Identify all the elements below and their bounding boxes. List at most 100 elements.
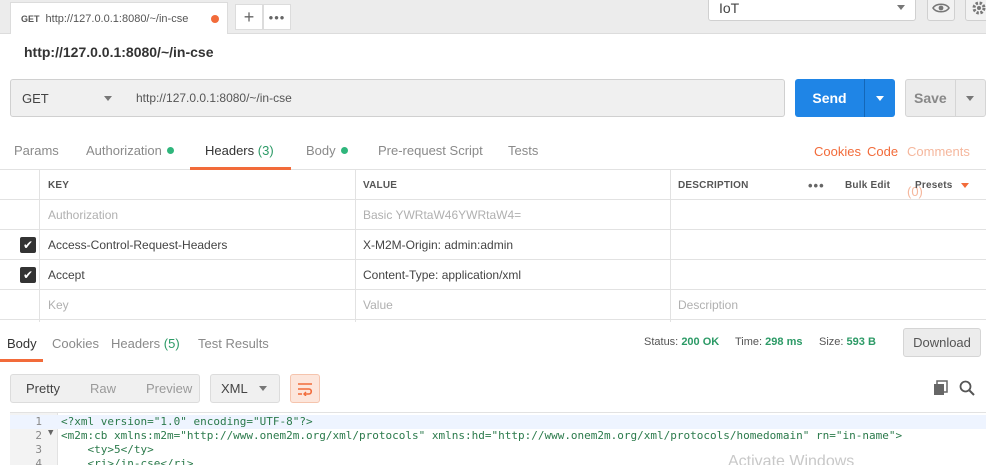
environment-select[interactable]: IoT (708, 0, 916, 21)
search-button[interactable] (957, 378, 977, 398)
copy-icon (934, 380, 948, 395)
activate-windows-watermark: Activate Windows (728, 453, 855, 465)
pretty-button[interactable]: Pretty (11, 381, 75, 396)
column-divider (670, 170, 671, 322)
header-key-cell[interactable]: Accept (40, 260, 356, 290)
method-value: GET (22, 90, 49, 106)
tab-response-headers[interactable]: Headers (5) (111, 326, 180, 362)
response-status: Status: 200 OK (644, 336, 720, 348)
more-icon[interactable]: ••• (800, 170, 840, 200)
new-key-input[interactable]: Key (40, 290, 356, 320)
tab-options-button[interactable]: ••• (263, 4, 291, 30)
chevron-down-icon (104, 95, 112, 101)
header-description-cell[interactable] (670, 230, 986, 260)
tab-headers[interactable]: Headers (3) (190, 132, 291, 170)
send-options-button[interactable] (864, 79, 895, 117)
request-tab[interactable]: GET http://127.0.0.1:8080/~/in-cse (10, 2, 228, 34)
wrap-lines-icon (298, 382, 313, 396)
status-value: 200 OK (681, 336, 720, 348)
gear-icon (972, 1, 986, 14)
tab-response-cookies[interactable]: Cookies (52, 326, 99, 362)
header-key-cell[interactable]: Authorization (40, 200, 356, 230)
header-key-cell[interactable]: Access-Control-Request-Headers (40, 230, 356, 260)
column-value: VALUE (363, 179, 398, 191)
preview-button[interactable]: Preview (131, 381, 207, 396)
view-mode-toggle: Pretty Raw Preview (10, 374, 200, 403)
row-checkbox[interactable]: ✔ (20, 237, 36, 253)
save-label: Save (914, 90, 947, 106)
code-line: 2 ▼ <m2m:cb xmlns:m2m="http://www.onem2m… (35, 428, 903, 442)
environment-quick-look-button[interactable] (927, 0, 955, 21)
new-tab-button[interactable]: + (235, 4, 263, 30)
table-row: ✔ Access-Control-Request-Headers X-M2M-O… (0, 230, 986, 260)
header-description-cell[interactable] (670, 260, 986, 290)
tab-response-body[interactable]: Body (0, 326, 43, 362)
tab-params[interactable]: Params (14, 132, 59, 170)
save-options-button[interactable] (954, 80, 985, 116)
column-divider (39, 170, 40, 322)
new-value-input[interactable]: Value (355, 290, 671, 320)
request-tabs: Params Authorization Headers (3) Body Pr… (0, 132, 986, 199)
copy-button[interactable] (931, 378, 951, 398)
download-button[interactable]: Download (903, 328, 981, 357)
tab-test-results[interactable]: Test Results (198, 326, 269, 362)
tab-body[interactable]: Body (306, 132, 348, 170)
column-key: KEY (48, 179, 70, 191)
unsaved-dot-icon (211, 14, 219, 23)
plus-icon: + (243, 6, 255, 27)
table-header-row: KEY VALUE DESCRIPTION ••• Bulk Edit Pres… (0, 170, 986, 200)
tab-tests[interactable]: Tests (508, 132, 538, 170)
active-indicator-icon (340, 147, 348, 154)
send-button[interactable]: Send (795, 79, 895, 117)
new-description-input[interactable]: Description (670, 290, 986, 320)
request-title: http://127.0.0.1:8080/~/in-cse (24, 44, 214, 60)
column-divider (355, 170, 356, 322)
row-checkbox[interactable]: ✔ (20, 267, 36, 283)
method-select[interactable]: GET (10, 79, 125, 117)
header-value-cell[interactable]: Content-Type: application/xml (355, 260, 671, 290)
chevron-down-icon (897, 5, 905, 10)
headers-table: KEY VALUE DESCRIPTION ••• Bulk Edit Pres… (0, 170, 986, 322)
time-value: 298 ms (765, 336, 803, 348)
presets-dropdown[interactable]: Presets (907, 170, 986, 200)
comments-link[interactable]: Comments (0) (907, 132, 986, 199)
checkmark-icon: ✔ (22, 268, 34, 282)
table-row: ✔ Accept Content-Type: application/xml (0, 260, 986, 290)
checkmark-icon: ✔ (22, 238, 34, 252)
cookies-link[interactable]: Cookies (814, 132, 861, 170)
code-line: 1 <?xml version="1.0" encoding="UTF-8"?> (10, 415, 986, 429)
request-tab-title: http://127.0.0.1:8080/~/in-cse (45, 12, 189, 25)
chevron-down-icon (259, 386, 267, 391)
more-icon: ••• (268, 9, 286, 25)
raw-button[interactable]: Raw (75, 381, 131, 396)
format-value: XML (221, 381, 248, 396)
format-select[interactable]: XML (210, 374, 280, 403)
active-indicator-icon (166, 147, 174, 154)
header-description-cell[interactable] (670, 200, 986, 230)
save-button[interactable]: Save (905, 79, 986, 117)
table-row: Authorization Basic YWRtaW46YWRtaW4= (0, 200, 986, 230)
wrap-lines-button[interactable] (290, 374, 320, 403)
request-tab-method: GET (21, 13, 40, 24)
column-description: DESCRIPTION (678, 179, 749, 191)
size-value: 593 B (846, 336, 876, 348)
response-time: Time: 298 ms (735, 336, 803, 348)
tab-authorization[interactable]: Authorization (86, 132, 174, 170)
manage-environments-button[interactable] (965, 0, 986, 21)
tab-prerequest-script[interactable]: Pre-request Script (378, 132, 483, 170)
header-value-cell[interactable]: Basic YWRtaW46YWRtaW4= (355, 200, 671, 230)
chevron-down-icon (960, 182, 969, 188)
environment-name: IoT (719, 0, 740, 16)
response-size: Size: 593 B (819, 336, 876, 348)
bulk-edit-link[interactable]: Bulk Edit (837, 170, 903, 200)
search-icon (959, 380, 975, 396)
chevron-down-icon (876, 95, 884, 101)
eye-icon (932, 2, 950, 13)
code-link[interactable]: Code (867, 132, 898, 170)
header-value-cell[interactable]: X-M2M-Origin: admin:admin (355, 230, 671, 260)
fold-toggle-icon[interactable]: ▼ (48, 428, 53, 438)
response-tabs: Body Cookies Headers (5) Test Results St… (0, 326, 986, 362)
url-input[interactable]: http://127.0.0.1:8080/~/in-cse (124, 79, 785, 117)
chevron-down-icon (966, 95, 975, 101)
table-row-new: Key Value Description (0, 290, 986, 320)
